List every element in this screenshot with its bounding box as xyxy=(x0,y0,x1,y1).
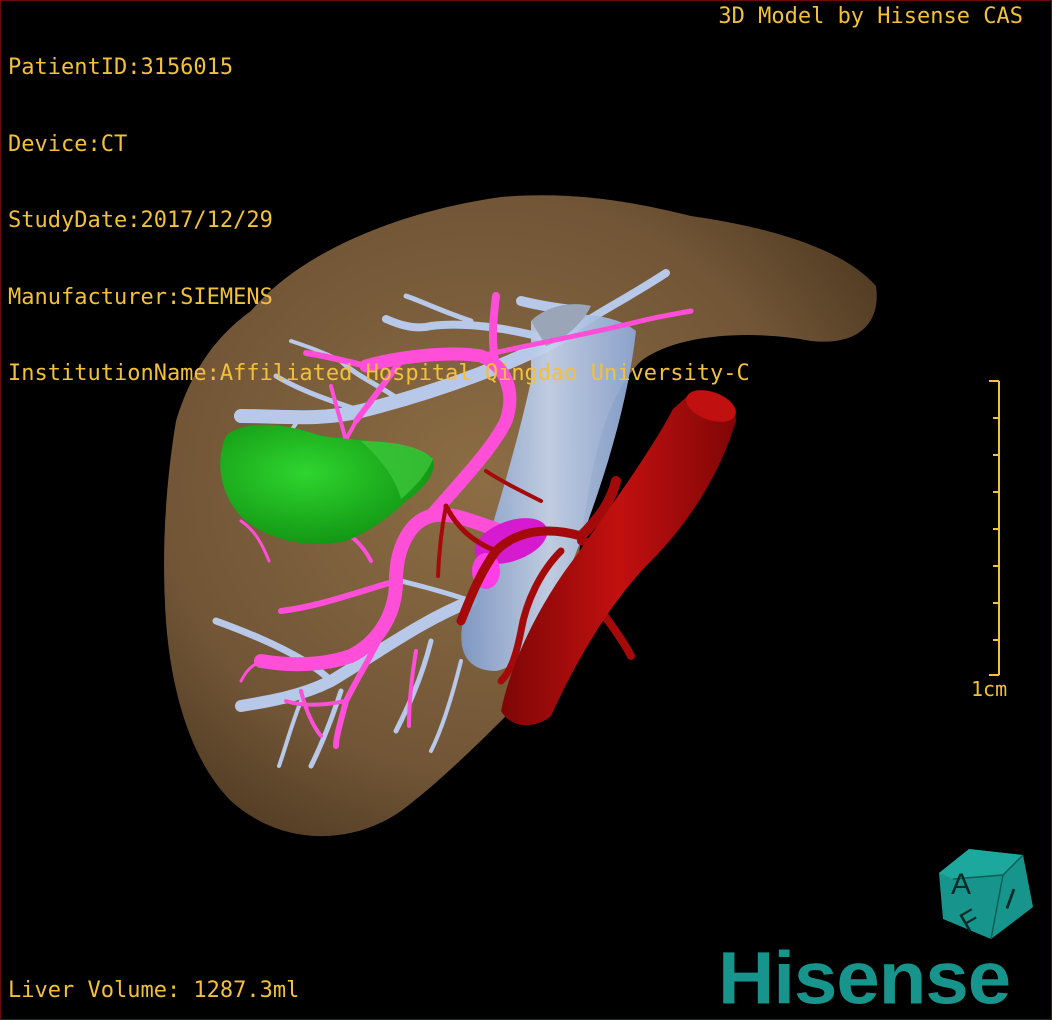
scale-label: 1cm xyxy=(971,677,1008,701)
study-date: StudyDate:2017/12/29 xyxy=(8,208,273,233)
manufacturer: Manufacturer:SIEMENS xyxy=(8,284,273,310)
dicom-info-overlay: PatientID:3156015 Device:CT StudyDate:20… xyxy=(8,4,750,438)
patient-id: PatientID:3156015 xyxy=(8,55,234,80)
aif-logo-icon: A I F xyxy=(939,849,1033,940)
institution-name: InstitutionName:Affiliated Hospital Qing… xyxy=(8,361,750,386)
3d-viewport[interactable]: PatientID:3156015 Device:CT StudyDate:20… xyxy=(0,0,1052,1020)
liver-volume-readout: Liver Volume: 1287.3ml xyxy=(8,977,300,1003)
brand-caption: 3D Model by Hisense CAS xyxy=(718,4,1023,29)
hisense-wordmark: Hisense xyxy=(718,936,1011,1020)
scale-bar-icon xyxy=(989,380,1000,676)
device: Device:CT xyxy=(8,131,128,157)
logo-letter-a: A xyxy=(951,868,971,901)
